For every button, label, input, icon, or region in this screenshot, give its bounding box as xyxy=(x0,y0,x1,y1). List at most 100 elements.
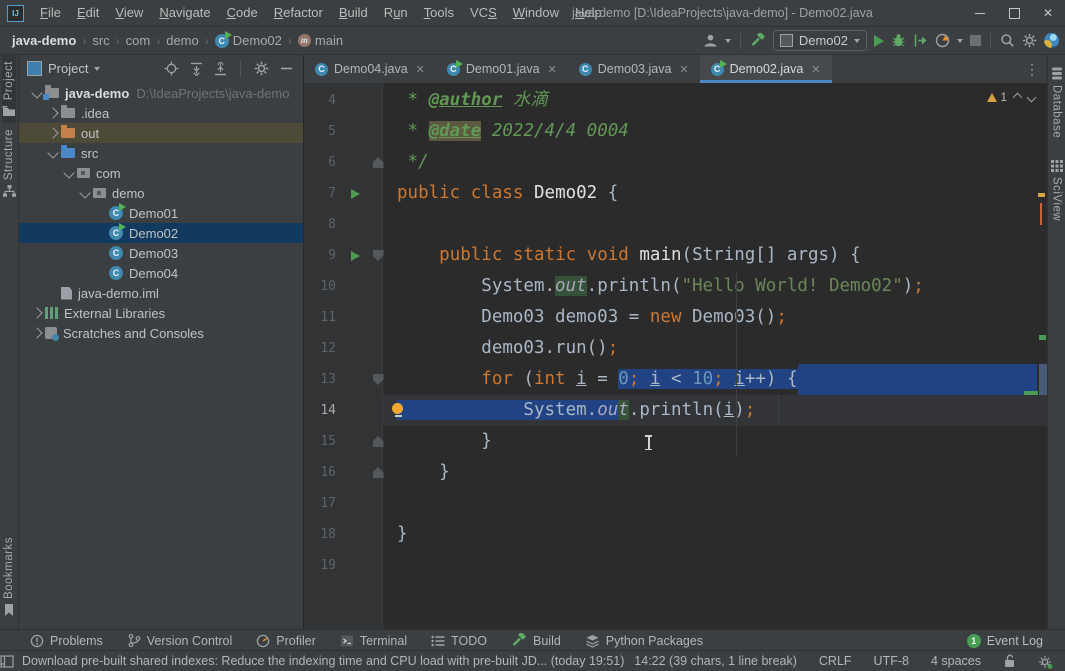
code-line-11[interactable]: 11 Demo03 demo03 = new Demo03(); xyxy=(304,302,1047,333)
close-tab-icon[interactable]: ✕ xyxy=(811,63,820,76)
chevron-down-icon[interactable] xyxy=(63,167,75,179)
collapse-all-icon[interactable] xyxy=(214,61,227,76)
code-line-15[interactable]: 15 } xyxy=(304,426,1047,457)
tool-window-button-version-control[interactable]: Version Control xyxy=(127,633,232,649)
tool-window-button-terminal[interactable]: Terminal xyxy=(340,633,407,649)
tree-item-src[interactable]: src xyxy=(19,143,303,163)
stripe-tab-sciview[interactable]: SciView xyxy=(1050,154,1063,227)
tool-window-button-profiler[interactable]: Profiler xyxy=(256,633,316,649)
code-line-18[interactable]: 18} xyxy=(304,519,1047,550)
tree-item-java-demo-iml[interactable]: java-demo.iml xyxy=(19,283,303,303)
code-line-13[interactable]: 13 for (int i = 0; i < 10; i++) { xyxy=(304,364,1047,395)
file-encoding[interactable]: UTF-8 xyxy=(874,654,909,668)
code-line-9[interactable]: 9 public static void main(String[] args)… xyxy=(304,240,1047,271)
breadcrumb-item-demo[interactable]: demo xyxy=(166,33,199,48)
menu-edit[interactable]: Edit xyxy=(69,5,107,20)
inspections-widget[interactable]: 1 xyxy=(987,90,1037,104)
expand-all-icon[interactable] xyxy=(190,62,203,76)
select-opened-file-icon[interactable] xyxy=(164,61,179,76)
close-tab-icon[interactable]: ✕ xyxy=(416,63,425,76)
run-line-icon[interactable] xyxy=(350,188,360,199)
settings-gear-icon[interactable] xyxy=(1022,33,1037,48)
tool-window-button-build[interactable]: Build xyxy=(511,632,561,649)
debug-button[interactable] xyxy=(891,33,906,48)
close-tab-icon[interactable]: ✕ xyxy=(548,63,557,76)
code-line-14[interactable]: 14 System.out.println(i); xyxy=(304,395,1047,426)
chevron-down-icon[interactable] xyxy=(31,87,43,99)
tool-window-button-todo[interactable]: TODO xyxy=(431,633,487,649)
next-warning-icon[interactable] xyxy=(1026,92,1037,102)
tree-item-out[interactable]: out xyxy=(19,123,303,143)
stripe-tab-database[interactable]: Database xyxy=(1051,61,1063,144)
code-line-4[interactable]: 4 * @author 水滴 xyxy=(304,85,1047,116)
menu-build[interactable]: Build xyxy=(331,5,376,20)
event-log-button[interactable]: 1 Event Log xyxy=(966,633,1043,648)
tab-demo03-java[interactable]: C Demo03.java ✕ xyxy=(568,55,700,83)
menu-tools[interactable]: Tools xyxy=(416,5,462,20)
user-profile-icon[interactable] xyxy=(703,33,718,48)
prev-warning-icon[interactable] xyxy=(1012,92,1023,102)
tab-demo04-java[interactable]: C Demo04.java ✕ xyxy=(304,55,436,83)
breadcrumb-item-java-demo[interactable]: java-demo xyxy=(12,33,76,48)
fold-marker-icon[interactable] xyxy=(372,436,384,447)
status-settings-gear-icon[interactable] xyxy=(1038,654,1053,669)
intention-bulb-icon[interactable] xyxy=(392,403,404,418)
project-panel-title[interactable]: Project xyxy=(48,61,88,76)
code-line-6[interactable]: 6 */ xyxy=(304,147,1047,178)
code-line-19[interactable]: 19 xyxy=(304,550,1047,581)
tree-item-demo03[interactable]: C Demo03 xyxy=(19,243,303,263)
menu-view[interactable]: View xyxy=(107,5,151,20)
breadcrumb-item-com[interactable]: com xyxy=(126,33,151,48)
menu-navigate[interactable]: Navigate xyxy=(151,5,218,20)
menu-run[interactable]: Run xyxy=(376,5,416,20)
chevron-down-icon[interactable] xyxy=(724,38,731,43)
chevron-right-icon[interactable] xyxy=(31,327,43,339)
chevron-right-icon[interactable] xyxy=(47,107,59,119)
minimize-button[interactable] xyxy=(963,0,997,26)
code-editor[interactable]: 4 * @author 水滴 5 * @date 2022/4/4 0004 6 *… xyxy=(304,83,1047,630)
tab-options-icon[interactable]: ⋮ xyxy=(1025,61,1047,78)
menu-vcs[interactable]: VCS xyxy=(462,5,505,20)
stop-button[interactable] xyxy=(970,35,981,46)
menu-refactor[interactable]: Refactor xyxy=(266,5,331,20)
code-line-10[interactable]: 10 System.out.println("Hello World! Demo… xyxy=(304,271,1047,302)
chevron-down-icon[interactable] xyxy=(957,38,963,43)
status-message[interactable]: Download pre-built shared indexes: Reduc… xyxy=(22,654,624,668)
chevron-down-icon[interactable] xyxy=(79,187,91,199)
fold-marker-icon[interactable] xyxy=(372,250,384,261)
tree-item-com[interactable]: com xyxy=(19,163,303,183)
menu-code[interactable]: Code xyxy=(219,5,266,20)
fold-marker-icon[interactable] xyxy=(372,374,384,385)
tree-item-external-libraries[interactable]: External Libraries xyxy=(19,303,303,323)
code-line-16[interactable]: 16 } xyxy=(304,457,1047,488)
breadcrumb-item-src[interactable]: src xyxy=(92,33,109,48)
stripe-tab-bookmarks[interactable]: Bookmarks xyxy=(3,531,15,622)
stripe-tab-structure[interactable]: Structure xyxy=(2,123,16,203)
breadcrumb-item-main[interactable]: main xyxy=(315,33,343,48)
tree-item-java-demo[interactable]: java-demo D:\IdeaProjects\java-demo xyxy=(19,83,303,103)
tool-window-button-python-packages[interactable]: Python Packages xyxy=(585,633,703,649)
profiler-button[interactable] xyxy=(935,33,950,48)
build-hammer-icon[interactable] xyxy=(750,32,766,49)
run-line-icon[interactable] xyxy=(350,250,360,261)
close-tab-icon[interactable]: ✕ xyxy=(679,63,688,76)
read-lock-icon[interactable] xyxy=(1003,654,1016,668)
tree-item-demo[interactable]: demo xyxy=(19,183,303,203)
code-line-5[interactable]: 5 * @date 2022/4/4 0004 xyxy=(304,116,1047,147)
run-configuration-select[interactable]: Demo02 xyxy=(772,30,867,51)
code-line-17[interactable]: 17 xyxy=(304,488,1047,519)
tree-item-scratches-and-consoles[interactable]: Scratches and Consoles xyxy=(19,323,303,343)
tab-demo01-java[interactable]: C Demo01.java ✕ xyxy=(436,55,568,83)
chevron-right-icon[interactable] xyxy=(31,307,43,319)
tree-item-demo04[interactable]: C Demo04 xyxy=(19,263,303,283)
code-line-12[interactable]: 12 demo03.run(); xyxy=(304,333,1047,364)
close-button[interactable]: ✕ xyxy=(1031,0,1065,26)
code-line-8[interactable]: 8 xyxy=(304,209,1047,240)
run-with-coverage-button[interactable] xyxy=(913,33,928,48)
panel-settings-gear-icon[interactable] xyxy=(254,61,269,76)
code-with-me-icon[interactable] xyxy=(1044,33,1059,48)
maximize-button[interactable] xyxy=(997,0,1031,26)
line-ending[interactable]: CRLF xyxy=(819,654,852,668)
tree-item-demo01[interactable]: C Demo01 xyxy=(19,203,303,223)
caret-position[interactable]: 14:22 (39 chars, 1 line break) xyxy=(634,654,797,668)
